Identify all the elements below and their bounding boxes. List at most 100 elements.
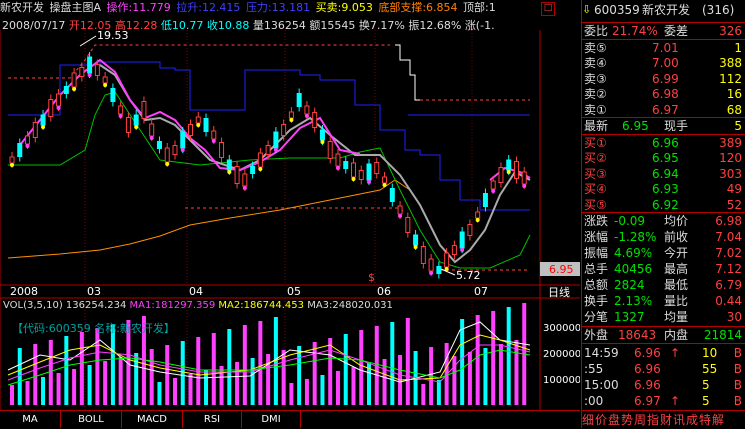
signal-dot bbox=[304, 114, 309, 118]
candle-body bbox=[118, 105, 124, 115]
bid-price[interactable]: 6.95 bbox=[652, 150, 679, 166]
volume-bar bbox=[351, 367, 356, 405]
stat-label: 均量 bbox=[664, 310, 689, 324]
inner-label: 内盘 bbox=[664, 328, 689, 342]
panel-bottom-tabs[interactable]: 细价盘势周指财讯成特解 bbox=[582, 411, 725, 428]
volume-bar bbox=[79, 332, 84, 405]
stat-label: 涨幅 bbox=[584, 230, 609, 244]
tab-rsi[interactable]: RSI bbox=[183, 411, 242, 428]
candle-body bbox=[195, 116, 201, 124]
stat-value: -1.28% bbox=[614, 230, 657, 244]
ask-price[interactable]: 6.98 bbox=[652, 86, 679, 102]
bid-price[interactable]: 6.96 bbox=[652, 135, 679, 151]
panel-num: (316) bbox=[702, 3, 735, 17]
vol-ma3: MA3:248020.031 bbox=[307, 300, 393, 311]
bid-volume: 389 bbox=[719, 136, 742, 150]
candle-body bbox=[250, 166, 256, 174]
panel-title: ⇩ 600359 新农开发 (316) bbox=[582, 2, 745, 18]
vol-value: 136254.234 bbox=[65, 300, 127, 311]
kline-chart[interactable]: 19.53 5.72 $ 6.95 2008 03 04 05 06 07 日线… bbox=[0, 0, 580, 410]
candle-body bbox=[32, 122, 38, 138]
candle-body bbox=[296, 93, 302, 107]
tab-ma[interactable]: MA bbox=[0, 411, 61, 428]
tick-time: :00 bbox=[584, 394, 604, 408]
candle-body bbox=[382, 176, 388, 184]
tick-side: B bbox=[733, 378, 742, 392]
tab-macd[interactable]: MACD bbox=[122, 411, 183, 428]
low-label: 5.72 bbox=[456, 269, 481, 282]
stat-value: 7.12 bbox=[715, 262, 742, 276]
month-label: 03 bbox=[87, 285, 101, 298]
ask-volume: 1 bbox=[734, 41, 742, 55]
bid-volume: 120 bbox=[719, 151, 742, 166]
ask-price[interactable]: 6.97 bbox=[652, 102, 679, 118]
sell-marker-icon: $ bbox=[368, 271, 375, 284]
stat-label: 总额 bbox=[584, 278, 609, 292]
watermark-label: 【代码:600359 名称:新农开发】 bbox=[12, 322, 175, 335]
candle-body bbox=[48, 99, 54, 117]
volume-bar bbox=[188, 374, 193, 405]
candle-body bbox=[40, 114, 46, 126]
candle-body bbox=[149, 123, 155, 137]
volume-bar bbox=[180, 341, 185, 405]
candle-body bbox=[288, 111, 294, 119]
vol-ma1: MA1:181297.359 bbox=[129, 300, 216, 311]
candle-body bbox=[350, 162, 356, 178]
bid-price[interactable]: 6.92 bbox=[652, 197, 679, 213]
tab-boll[interactable]: BOLL bbox=[61, 411, 122, 428]
candle-body bbox=[273, 131, 279, 149]
month-label: 07 bbox=[474, 285, 488, 298]
volume-bar bbox=[343, 334, 348, 405]
stat-value: 7.04 bbox=[715, 230, 742, 244]
signal-dot bbox=[491, 189, 496, 193]
volume-bar bbox=[491, 311, 496, 405]
tick-volume: 5 bbox=[702, 394, 710, 408]
now-label: 现手 bbox=[664, 119, 689, 133]
stat-value: 1327 bbox=[614, 310, 645, 324]
bid-volume: 52 bbox=[726, 197, 742, 212]
volume-bar bbox=[211, 333, 216, 405]
candle-body bbox=[335, 153, 341, 167]
volume-bar bbox=[475, 315, 480, 405]
ask-price[interactable]: 7.00 bbox=[652, 55, 679, 71]
volume-bar bbox=[227, 329, 232, 405]
candle-body bbox=[234, 166, 240, 184]
tick-side: B bbox=[733, 394, 742, 408]
volume-bar bbox=[25, 381, 30, 405]
vol-tick: 300000 bbox=[543, 323, 580, 334]
chart-area[interactable]: 新农开发 操盘主图A 操作:11.779 拉升:12.415 压力:13.181… bbox=[0, 0, 580, 428]
tab-dmi[interactable]: DMI bbox=[242, 411, 301, 428]
volume-bar bbox=[41, 377, 46, 405]
candle-body bbox=[172, 145, 178, 155]
candle-body bbox=[374, 162, 380, 174]
candle-body bbox=[366, 163, 372, 181]
weibi-value: 21.74% bbox=[612, 24, 658, 38]
now-value: 5 bbox=[734, 119, 742, 133]
stat-value: 30 bbox=[726, 310, 742, 324]
weicha-value: 326 bbox=[719, 24, 742, 38]
stat-label: 最低 bbox=[664, 278, 689, 292]
stat-value: 6.98 bbox=[715, 214, 742, 228]
volume-bar bbox=[165, 345, 170, 405]
candle-body bbox=[405, 217, 411, 233]
ask-price[interactable]: 7.01 bbox=[652, 40, 679, 56]
volume-bar bbox=[10, 385, 14, 405]
volume-bar bbox=[390, 322, 395, 405]
tick-side: B bbox=[733, 346, 742, 360]
ask-label: 卖④ bbox=[584, 56, 607, 71]
ask-price[interactable]: 6.99 bbox=[652, 71, 679, 87]
volume-bar bbox=[64, 336, 69, 405]
vol-tick: 200000 bbox=[543, 349, 580, 360]
candle-body bbox=[79, 67, 85, 77]
volume-bar bbox=[250, 358, 255, 405]
stat-value: 4.69% bbox=[614, 246, 653, 260]
volume-bar bbox=[258, 321, 263, 405]
signal-dot bbox=[118, 114, 123, 118]
volume-bar bbox=[95, 328, 100, 405]
signal-dot bbox=[382, 183, 387, 187]
period-label[interactable]: 日线 bbox=[548, 285, 570, 299]
stat-value: 2824 bbox=[614, 278, 645, 292]
tick-volume: 5 bbox=[702, 378, 710, 392]
bid-price[interactable]: 6.94 bbox=[652, 166, 679, 182]
bid-price[interactable]: 6.93 bbox=[652, 181, 679, 197]
